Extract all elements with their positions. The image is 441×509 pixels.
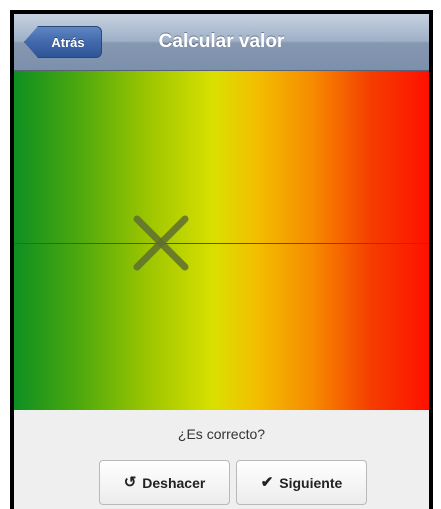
confirmation-question: ¿Es correcto? — [177, 426, 266, 442]
value-gradient-area[interactable] — [14, 71, 429, 410]
next-button[interactable]: ✔ Siguiente — [236, 460, 367, 505]
phone-frame: Atrás Calcular valor ¿Es correcto? ↺ Des… — [10, 10, 433, 509]
next-button-label: Siguiente — [279, 474, 343, 491]
undo-icon: ↺ — [123, 474, 137, 491]
undo-button-label: Deshacer — [142, 474, 206, 491]
confirmation-panel: ¿Es correcto? ↺ Deshacer ✔ Siguiente — [14, 410, 429, 509]
checkmark-icon: ✔ — [260, 474, 274, 491]
navigation-bar: Atrás Calcular valor — [14, 14, 429, 71]
back-button[interactable]: Atrás — [24, 26, 102, 58]
x-marker-icon[interactable] — [131, 213, 191, 273]
back-button-label: Atrás — [51, 34, 85, 50]
undo-button[interactable]: ↺ Deshacer — [99, 460, 230, 505]
horizontal-guide-line — [14, 243, 429, 244]
